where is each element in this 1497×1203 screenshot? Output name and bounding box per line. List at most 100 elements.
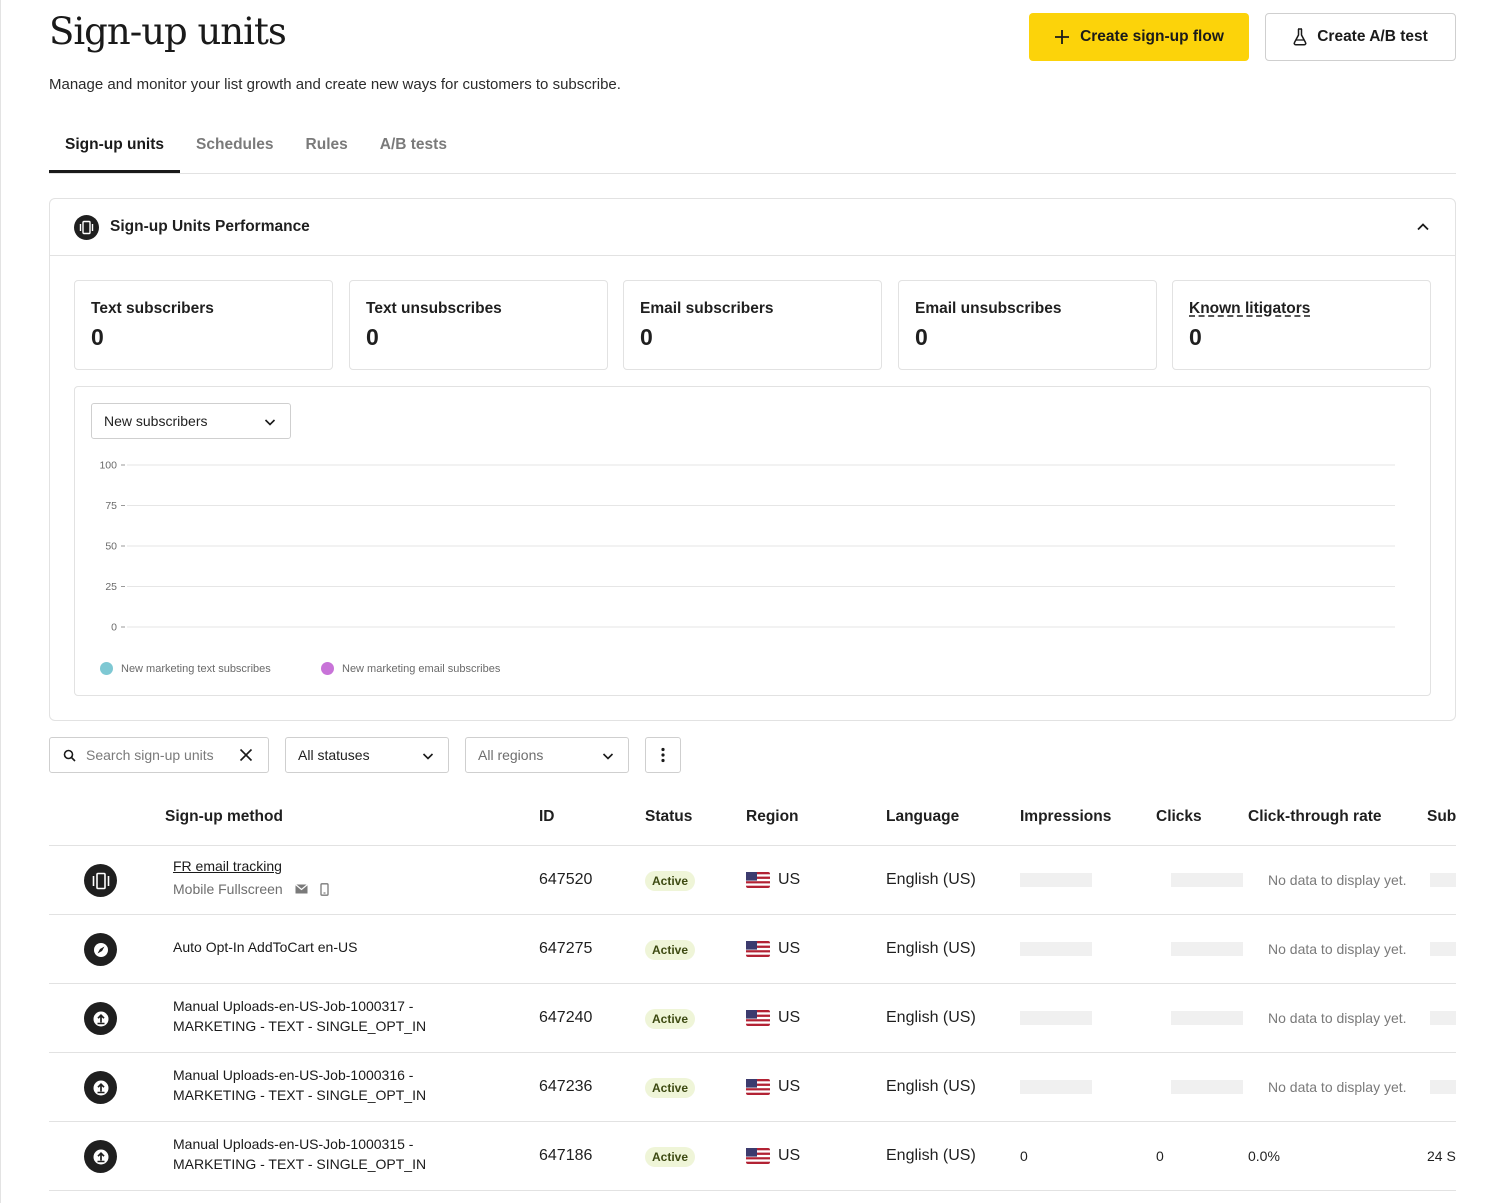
impressions-loading-placeholder [1020, 942, 1092, 956]
stat-label: Email unsubscribes [915, 300, 1062, 317]
row-region: US [778, 1009, 801, 1026]
performance-card: Sign-up Units Performance Text subscribe… [49, 198, 1456, 721]
row-ctr: 0.0% [1248, 1148, 1280, 1164]
chart-container: New subscribers 100 75 50 25 0 New marketing… [74, 386, 1431, 696]
row-id: 647186 [539, 1147, 593, 1164]
performance-header[interactable]: Sign-up Units Performance [50, 199, 1455, 256]
status-badge: Active [645, 940, 696, 960]
table-row[interactable]: Manual Uploads-en-US-Job-1000317 - MARKE… [49, 984, 1456, 1053]
legend-item-email: New marketing email subscribes [321, 662, 500, 675]
line-chart: 100 75 50 25 0 [99, 460, 1395, 634]
create-signup-flow-button[interactable]: Create sign-up flow [1029, 13, 1249, 61]
signup-method-link[interactable]: FR email tracking [173, 856, 282, 876]
sub-loading-placeholder [1430, 942, 1456, 956]
impressions-loading-placeholder [1020, 1011, 1092, 1025]
close-icon[interactable] [239, 748, 253, 762]
table-row[interactable]: Manual Uploads-en-US-Job-1000316 - MARKE… [49, 1053, 1456, 1122]
clicks-loading-placeholder [1171, 1080, 1243, 1094]
clicks-loading-placeholder [1171, 942, 1243, 956]
col-signup-method[interactable]: Sign-up method [165, 808, 283, 826]
tab-ab-tests[interactable]: A/B tests [364, 128, 463, 173]
upload-icon [84, 1002, 117, 1035]
row-sub: 24 S [1427, 1148, 1456, 1164]
sub-loading-placeholder [1430, 1011, 1456, 1025]
page-subtitle: Manage and monitor your list growth and … [49, 76, 621, 93]
flask-icon [1293, 28, 1307, 46]
envelope-icon [294, 884, 308, 894]
table-row[interactable]: Auto Opt-In AddToCart en-US 647275 Activ… [49, 915, 1456, 984]
row-language: English (US) [886, 940, 976, 957]
us-flag-icon [746, 1148, 770, 1164]
y-tick-label: 100 [99, 460, 117, 472]
impressions-loading-placeholder [1020, 1080, 1092, 1094]
col-impressions[interactable]: Impressions [1020, 808, 1111, 826]
method-type-label: Mobile Fullscreen [173, 881, 283, 897]
col-id[interactable]: ID [539, 808, 555, 826]
ctr-no-data: No data to display yet. [1268, 872, 1407, 888]
row-clicks: 0 [1156, 1148, 1164, 1164]
signup-method-name-line2: MARKETING - TEXT - SINGLE_OPT_IN [173, 1087, 427, 1103]
col-clicks[interactable]: Clicks [1156, 808, 1202, 826]
metric-select[interactable]: New subscribers [91, 403, 291, 439]
chevron-up-icon[interactable] [1415, 219, 1431, 235]
stat-value: 0 [915, 324, 928, 350]
col-status[interactable]: Status [645, 808, 692, 826]
legend-dot [100, 662, 113, 675]
signup-method-name: Auto Opt-In AddToCart en-US [173, 939, 358, 955]
search-box [49, 737, 269, 773]
create-signup-flow-label: Create sign-up flow [1080, 28, 1224, 45]
stat-value: 0 [640, 324, 653, 350]
stat-value: 0 [91, 324, 104, 350]
status-select-value: All statuses [298, 747, 370, 763]
tab-signup-units[interactable]: Sign-up units [49, 128, 181, 173]
tab-schedules[interactable]: Schedules [180, 128, 290, 173]
table-row[interactable]: FR email tracking Mobile Fullscreen 6475… [49, 846, 1456, 915]
signup-method-name-line1: Manual Uploads-en-US-Job-1000316 - [173, 1067, 414, 1083]
row-region: US [778, 1078, 801, 1095]
sub-loading-placeholder [1430, 1080, 1456, 1094]
more-options-button[interactable] [645, 737, 681, 773]
row-id: 647275 [539, 940, 593, 957]
stat-label: Text subscribers [91, 300, 214, 317]
signup-method-name-line2: MARKETING - TEXT - SINGLE_OPT_IN [173, 1018, 427, 1034]
stat-known-litigators: Known litigators 0 [1172, 280, 1431, 370]
create-ab-test-button[interactable]: Create A/B test [1265, 13, 1456, 61]
row-language: English (US) [886, 1147, 976, 1164]
y-tick-label: 25 [105, 581, 117, 593]
status-badge: Active [645, 1147, 696, 1167]
row-language: English (US) [886, 1009, 976, 1026]
tab-rules[interactable]: Rules [290, 128, 364, 173]
table-row[interactable]: Manual Uploads-en-US-Job-1000315 - MARKE… [49, 1122, 1456, 1191]
signup-units-table: Sign-up method ID Status Region Language… [49, 789, 1456, 1191]
us-flag-icon [746, 872, 770, 888]
create-ab-test-label: Create A/B test [1317, 28, 1428, 45]
col-language[interactable]: Language [886, 808, 959, 826]
legend-label: New marketing email subscribes [342, 662, 501, 675]
row-region: US [778, 1147, 801, 1164]
ctr-no-data: No data to display yet. [1268, 1010, 1407, 1026]
stat-text-unsubscribes: Text unsubscribes 0 [349, 280, 608, 370]
status-badge: Active [645, 871, 696, 891]
row-id: 647236 [539, 1078, 593, 1095]
col-region[interactable]: Region [746, 808, 799, 826]
col-sub[interactable]: Sub [1427, 808, 1456, 826]
row-language: English (US) [886, 1078, 976, 1095]
status-badge: Active [645, 1009, 696, 1029]
row-id: 647520 [539, 871, 593, 888]
col-click-through-rate[interactable]: Click-through rate [1248, 808, 1381, 826]
known-litigators-tooltip-label[interactable]: Known litigators [1189, 300, 1310, 318]
signup-method-name-line1: Manual Uploads-en-US-Job-1000315 - [173, 1136, 414, 1152]
legend-item-text: New marketing text subscribes [100, 662, 271, 675]
stat-label: Text unsubscribes [366, 300, 502, 317]
search-input[interactable] [86, 744, 231, 766]
upload-icon [84, 1071, 117, 1104]
region-select[interactable]: All regions [465, 737, 629, 773]
compass-icon [84, 933, 117, 966]
metric-select-value: New subscribers [104, 413, 208, 429]
mobile-fullscreen-icon [84, 864, 117, 897]
upload-icon [84, 1140, 117, 1173]
plus-icon [1055, 30, 1070, 44]
y-tick-label: 0 [111, 622, 117, 634]
impressions-loading-placeholder [1020, 873, 1092, 887]
status-select[interactable]: All statuses [285, 737, 449, 773]
